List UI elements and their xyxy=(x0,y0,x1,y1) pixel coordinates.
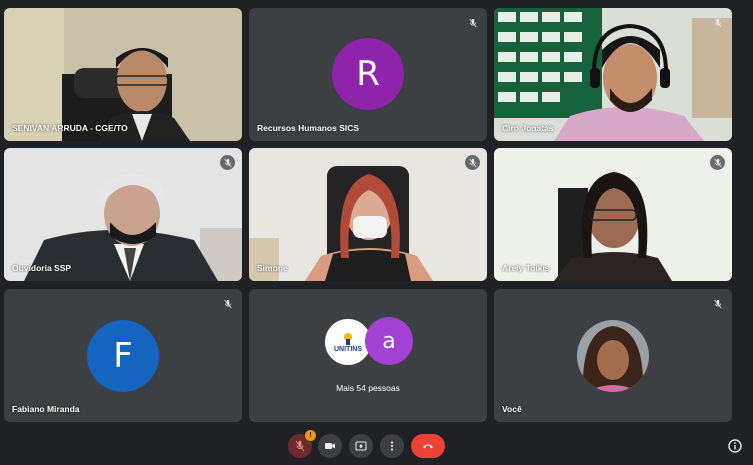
participant-tile-arely[interactable]: Arely Tolkis xyxy=(494,148,732,281)
mic-toggle-button[interactable]: ! xyxy=(288,430,316,458)
participant-name: SENIVAN ARRUDA - CGE/TO xyxy=(12,123,128,133)
more-participants-tile[interactable]: UNITINS a Mais 54 pessoas xyxy=(249,289,487,422)
participant-video xyxy=(494,8,732,141)
mic-off-icon xyxy=(465,15,480,30)
self-avatar xyxy=(577,320,649,392)
participant-tile-fabiano[interactable]: F Fabiano Miranda xyxy=(4,289,242,422)
participant-name: Você xyxy=(502,404,522,414)
participant-video xyxy=(494,148,732,281)
mic-off-icon xyxy=(465,155,480,170)
participant-name: Ciro Jonatas xyxy=(502,123,554,133)
unitins-logo-icon xyxy=(344,332,352,345)
mic-off-icon xyxy=(220,155,235,170)
participant-avatar: F xyxy=(87,320,159,392)
mic-off-icon xyxy=(710,155,725,170)
info-icon xyxy=(728,439,742,453)
more-participants-label: Mais 54 pessoas xyxy=(336,383,400,393)
mic-off-icon xyxy=(295,440,305,452)
call-controls-toolbar: ! xyxy=(0,430,753,460)
participant-tile-simone[interactable]: Simone xyxy=(249,148,487,281)
participant-video xyxy=(249,148,487,281)
participant-tile-self[interactable]: Você xyxy=(494,289,732,422)
meeting-info-button[interactable] xyxy=(727,438,743,454)
participant-tile-senivan[interactable]: SENIVAN ARRUDA - CGE/TO xyxy=(4,8,242,141)
more-options-button[interactable] xyxy=(380,434,404,458)
present-screen-button[interactable] xyxy=(349,434,373,458)
camera-icon xyxy=(325,443,335,449)
participant-name: Ouvidoria SSP xyxy=(12,263,72,273)
end-call-icon xyxy=(423,444,433,449)
mic-off-icon xyxy=(220,296,235,311)
participant-name: Arely Tolkis xyxy=(502,263,550,273)
participant-name: Fabiano Miranda xyxy=(12,404,80,414)
participant-tile-ouvidoria[interactable]: Ouvidoria SSP xyxy=(4,148,242,281)
camera-toggle-button[interactable] xyxy=(318,434,342,458)
mic-off-icon xyxy=(710,15,725,30)
participant-avatar: R xyxy=(332,38,404,110)
participant-video xyxy=(4,8,242,141)
participant-avatar: a xyxy=(365,317,413,365)
participant-video xyxy=(4,148,242,281)
more-options-icon xyxy=(390,441,394,451)
mic-warning-badge: ! xyxy=(305,430,316,441)
participant-name: Recursos Humanos SICS xyxy=(257,123,360,133)
participant-tile-recursos-humanos[interactable]: R Recursos Humanos SICS xyxy=(249,8,487,141)
mic-off-icon xyxy=(710,296,725,311)
participant-tile-ciro[interactable]: Ciro Jonatas xyxy=(494,8,732,141)
present-screen-icon xyxy=(355,441,367,451)
end-call-button[interactable] xyxy=(411,434,445,458)
participant-name: Simone xyxy=(257,263,288,273)
